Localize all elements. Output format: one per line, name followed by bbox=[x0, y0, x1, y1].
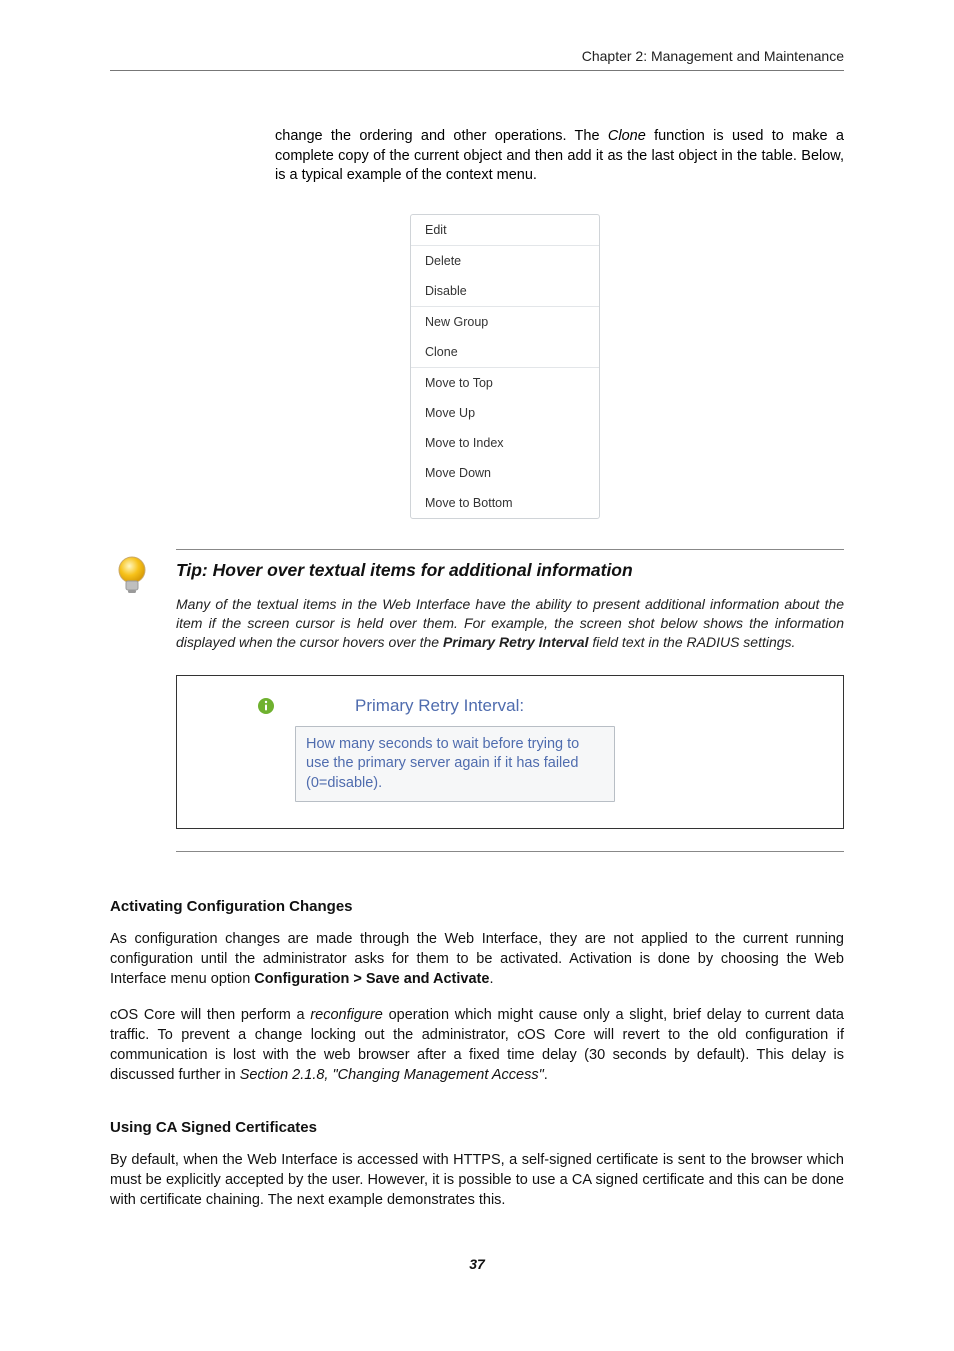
act-2-em: reconfigure bbox=[310, 1007, 383, 1023]
context-menu: Edit Delete Disable New Group Clone Move… bbox=[410, 214, 600, 519]
para-activating-2: cOS Core will then perform a reconfigure… bbox=[110, 1005, 844, 1085]
menu-item-move-bottom[interactable]: Move to Bottom bbox=[411, 488, 599, 518]
intro-clone-word: Clone bbox=[608, 128, 646, 144]
tooltip-box: How many seconds to wait before trying t… bbox=[295, 726, 615, 803]
running-header: Chapter 2: Management and Maintenance bbox=[110, 48, 844, 71]
tip-rule-bottom bbox=[176, 851, 844, 852]
menu-item-new-group[interactable]: New Group bbox=[411, 306, 599, 337]
act-2-c: . bbox=[544, 1067, 548, 1083]
lightbulb-icon bbox=[110, 553, 154, 597]
menu-item-move-index[interactable]: Move to Index bbox=[411, 428, 599, 458]
page-number: 37 bbox=[110, 1256, 844, 1272]
tooltip-figure: Primary Retry Interval: How many seconds… bbox=[176, 675, 844, 830]
primary-retry-label: Primary Retry Interval: bbox=[355, 696, 524, 716]
act-1-bold: Configuration > Save and Activate bbox=[254, 971, 489, 987]
act-2-ref: Section 2.1.8, "Changing Management Acce… bbox=[240, 1067, 544, 1083]
intro-paragraph: change the ordering and other operations… bbox=[275, 127, 844, 186]
menu-item-move-up[interactable]: Move Up bbox=[411, 398, 599, 428]
para-activating-1: As configuration changes are made throug… bbox=[110, 929, 844, 989]
heading-activating: Activating Configuration Changes bbox=[110, 898, 844, 915]
heading-ca-certs: Using CA Signed Certificates bbox=[110, 1119, 844, 1136]
menu-item-delete[interactable]: Delete bbox=[411, 245, 599, 276]
menu-item-clone[interactable]: Clone bbox=[411, 337, 599, 367]
menu-item-disable[interactable]: Disable bbox=[411, 276, 599, 306]
menu-item-edit[interactable]: Edit bbox=[411, 215, 599, 245]
act-1-after: . bbox=[489, 971, 493, 987]
tip-text-after: field text in the RADIUS settings. bbox=[588, 634, 795, 650]
para-ca-certs: By default, when the Web Interface is ac… bbox=[110, 1150, 844, 1210]
tip-heading: Tip: Hover over textual items for additi… bbox=[176, 560, 844, 581]
menu-item-move-down[interactable]: Move Down bbox=[411, 458, 599, 488]
tip-bold-field: Primary Retry Interval bbox=[443, 634, 589, 650]
act-2-a: cOS Core will then perform a bbox=[110, 1007, 310, 1023]
info-icon bbox=[257, 697, 275, 715]
intro-text-before: change the ordering and other operations… bbox=[275, 128, 608, 144]
tip-paragraph: Many of the textual items in the Web Int… bbox=[176, 595, 844, 653]
tip-rule-top bbox=[176, 549, 844, 550]
menu-item-move-top[interactable]: Move to Top bbox=[411, 367, 599, 398]
